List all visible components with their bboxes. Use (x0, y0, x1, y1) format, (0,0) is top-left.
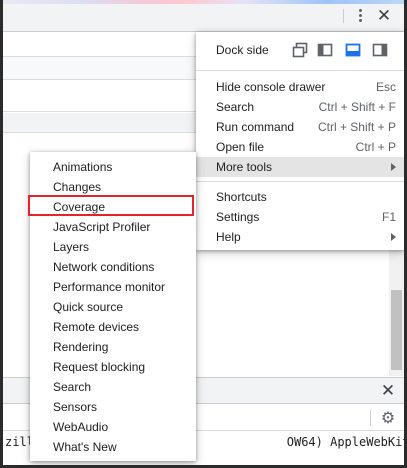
menu-item-hide-console-drawer[interactable]: Hide console drawer Esc (196, 77, 404, 97)
menu-item-help[interactable]: Help (196, 227, 404, 247)
submenu-item-search[interactable]: Search (30, 377, 196, 397)
submenu-item-layers[interactable]: Layers (30, 237, 196, 257)
dock-bottom-icon[interactable] (345, 42, 361, 58)
coverage-highlight-outline (28, 195, 194, 216)
toolbar-divider (343, 9, 344, 23)
submenu-item-javascript-profiler[interactable]: JavaScript Profiler (30, 217, 196, 237)
submenu-item-performance-monitor[interactable]: Performance monitor (30, 277, 196, 297)
submenu-item-animations[interactable]: Animations (30, 157, 196, 177)
submenu-arrow-icon (391, 163, 396, 171)
window-frame-left (0, 0, 3, 468)
close-drawer-icon[interactable]: ✕ (378, 381, 398, 401)
menu-item-run-command[interactable]: Run command Ctrl + Shift + P (196, 117, 404, 137)
submenu-item-sensors[interactable]: Sensors (30, 397, 196, 417)
submenu-item-webaudio[interactable]: WebAudio (30, 417, 196, 437)
close-devtools-icon[interactable]: ✕ (374, 5, 394, 25)
dock-side-row: Dock side (196, 38, 404, 62)
menu-item-open-file[interactable]: Open file Ctrl + P (196, 137, 404, 157)
undock-into-window-icon[interactable] (292, 42, 308, 58)
scrollbar-thumb[interactable] (391, 290, 402, 370)
menu-item-settings[interactable]: Settings F1 (196, 207, 404, 227)
gear-icon[interactable]: ⚙ (379, 409, 397, 427)
submenu-item-rendering[interactable]: Rendering (30, 337, 196, 357)
dock-side-label: Dock side (216, 43, 269, 57)
customize-devtools-menu: Dock side Hide console drawer Esc Search… (196, 32, 404, 250)
menu-separator (196, 181, 404, 182)
menu-item-more-tools[interactable]: More tools (196, 157, 404, 177)
dock-left-icon[interactable] (317, 42, 333, 58)
menu-separator (196, 70, 404, 71)
submenu-item-request-blocking[interactable]: Request blocking (30, 357, 196, 377)
submenu-item-quick-source[interactable]: Quick source (30, 297, 196, 317)
submenu-arrow-icon (391, 233, 396, 241)
console-toolbar-divider (370, 410, 371, 426)
submenu-item-whats-new[interactable]: What's New (30, 437, 196, 457)
kebab-vertical-icon[interactable] (350, 6, 370, 24)
menu-item-search[interactable]: Search Ctrl + Shift + F (196, 97, 404, 117)
submenu-item-remote-devices[interactable]: Remote devices (30, 317, 196, 337)
submenu-item-network-conditions[interactable]: Network conditions (30, 257, 196, 277)
dock-right-icon[interactable] (372, 42, 388, 58)
menu-item-shortcuts[interactable]: Shortcuts (196, 187, 404, 207)
submenu-item-changes[interactable]: Changes (30, 177, 196, 197)
